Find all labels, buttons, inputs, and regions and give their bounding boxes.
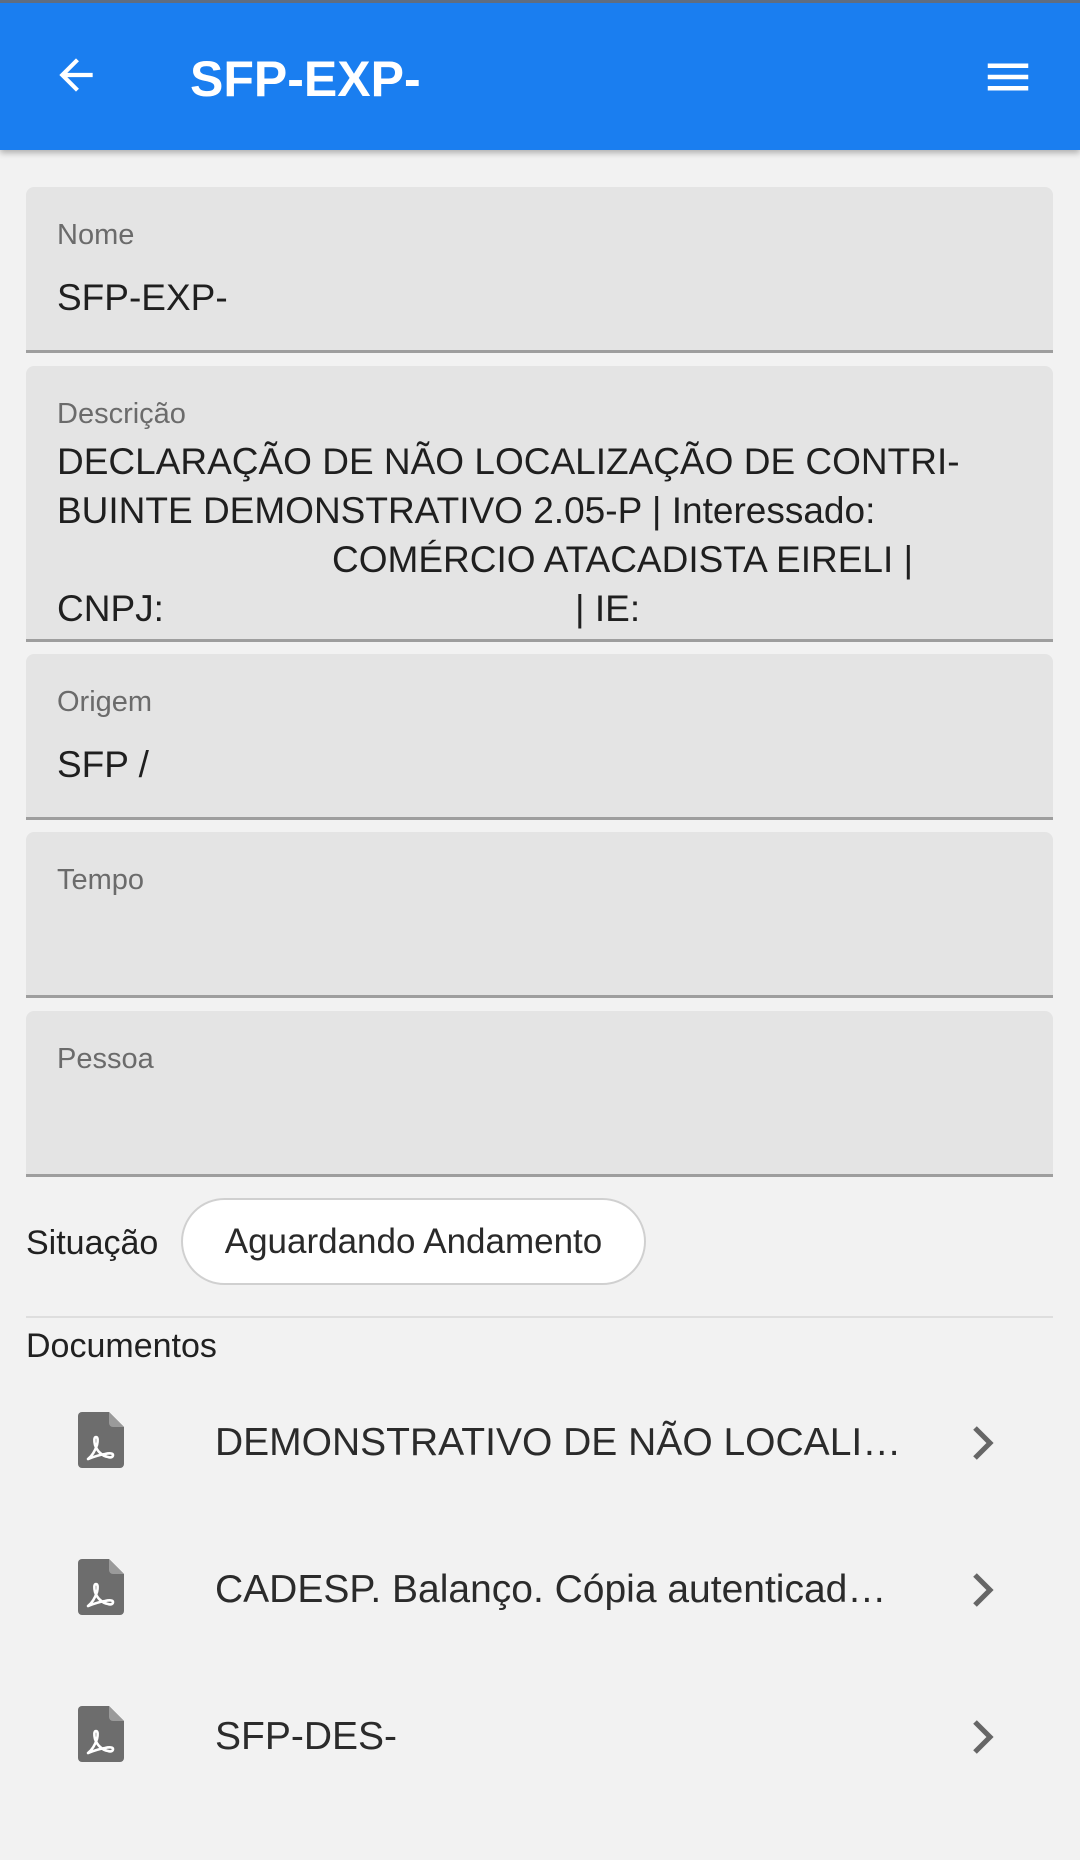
divider [26, 1316, 1053, 1318]
nome-label: Nome [57, 219, 135, 251]
origem-label: Origem [57, 686, 153, 718]
pessoa-label: Pessoa [57, 1043, 154, 1075]
arrow-left-icon [59, 58, 93, 92]
origem-field[interactable]: Origem SFP / [26, 654, 1053, 820]
nome-field[interactable]: Nome SFP-EXP- [26, 187, 1053, 353]
tempo-field[interactable]: Tempo [26, 832, 1053, 998]
pdf-file-icon [78, 1559, 124, 1615]
document-item[interactable]: SFP-DES- [26, 1672, 1053, 1802]
descricao-field[interactable]: Descrição DECLARAÇÃO DE NÃO LOCALIZAÇÃO … [26, 366, 1053, 642]
situacao-label: Situação [26, 1224, 159, 1262]
pessoa-field[interactable]: Pessoa [26, 1011, 1053, 1177]
status-chip[interactable]: Aguardando Andamento [181, 1198, 646, 1285]
chevron-right-icon [973, 1573, 994, 1607]
pdf-file-icon [78, 1412, 124, 1468]
descricao-line: CNPJ: | IE: [57, 584, 1042, 633]
ie-label: | IE: [575, 588, 641, 629]
descricao-line: BUINTE DEMONSTRATIVO 2.05-P | Interessad… [57, 490, 876, 531]
hamburger-menu-icon [987, 63, 1029, 91]
cnpj-label: CNPJ: [57, 588, 164, 629]
document-label: SFP-DES- [215, 1715, 398, 1758]
descricao-line: COMÉRCIO ATACADISTA EIRELI | [332, 539, 914, 580]
chevron-right-icon [973, 1720, 994, 1754]
document-item[interactable]: CADESP. Balanço. Cópia autenticad… [26, 1525, 1053, 1655]
descricao-label: Descrição [57, 398, 186, 430]
document-label: DEMONSTRATIVO DE NÃO LOCALI… [215, 1421, 902, 1464]
documentos-header: Documentos [26, 1327, 217, 1365]
nome-value: SFP-EXP- [57, 277, 228, 318]
pdf-file-icon [78, 1706, 124, 1762]
descricao-line: DECLARAÇÃO DE NÃO LOCALIZAÇÃO DE CONTRI- [57, 441, 960, 482]
document-item[interactable]: DEMONSTRATIVO DE NÃO LOCALI… [26, 1378, 1053, 1508]
app-bar: SFP-EXP- [0, 0, 1080, 150]
chevron-right-icon [973, 1426, 994, 1460]
descricao-value: DECLARAÇÃO DE NÃO LOCALIZAÇÃO DE CONTRI-… [57, 437, 1042, 633]
page-title: SFP-EXP- [190, 51, 420, 107]
origem-value: SFP / [57, 744, 149, 785]
menu-button[interactable] [970, 39, 1046, 115]
tempo-label: Tempo [57, 864, 145, 896]
back-button[interactable] [40, 39, 112, 111]
document-label: CADESP. Balanço. Cópia autenticad… [215, 1568, 887, 1611]
